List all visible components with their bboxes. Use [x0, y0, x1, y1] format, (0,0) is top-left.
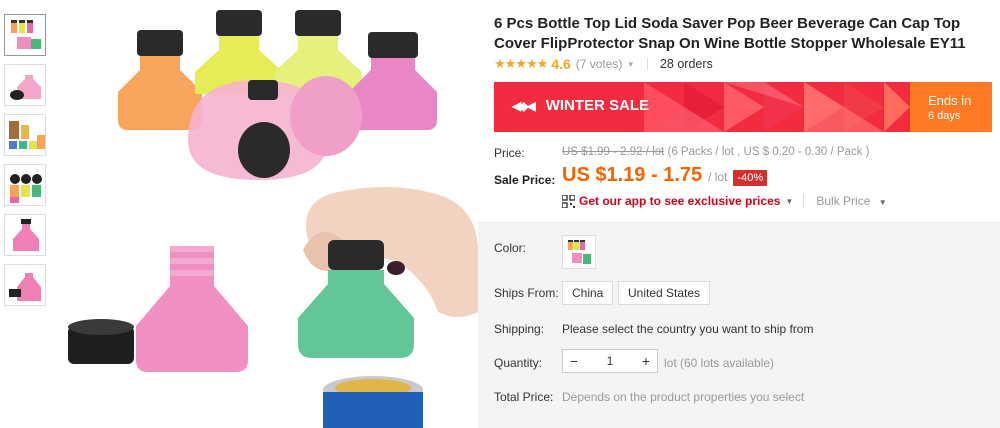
- bulk-price-link[interactable]: Bulk Price ▼: [803, 194, 887, 208]
- quantity-label: Quantity:: [494, 356, 543, 370]
- star-rating-icon: ★★★★★: [494, 56, 548, 71]
- color-label: Color:: [494, 241, 527, 255]
- thumbnail-5[interactable]: [4, 214, 46, 256]
- rating-row: ★★★★★ 4.6 (7 votes) ▾ 28 orders: [494, 56, 713, 72]
- votes-link[interactable]: (7 votes): [576, 57, 623, 71]
- sale-logo-icon: ◀◆◀: [512, 98, 536, 113]
- orders-count: 28 orders: [659, 57, 713, 71]
- quantity-available: lot (60 lots available): [664, 356, 775, 370]
- sale-countdown: Ends in 6 days: [910, 82, 992, 132]
- shipping-message: Please select the country you want to sh…: [562, 322, 814, 336]
- color-swatch[interactable]: [562, 235, 596, 269]
- sale-label: WINTER SALE: [545, 97, 650, 114]
- quantity-increase-button[interactable]: +: [635, 353, 657, 369]
- dropdown-icon[interactable]: ▼: [785, 197, 793, 206]
- sale-price-unit: / lot: [708, 170, 728, 184]
- shipping-label: Shipping:: [494, 322, 545, 336]
- product-info: 6 Pcs Bottle Top Lid Soda Saver Pop Beer…: [478, 0, 1000, 428]
- thumbnail-3[interactable]: [4, 114, 46, 156]
- soda-can-image: [323, 376, 423, 428]
- total-price-text: Depends on the product properties you se…: [562, 390, 805, 404]
- quantity-decrease-button[interactable]: −: [563, 353, 585, 369]
- sale-title: ◀◆◀ WINTER SALE: [512, 97, 649, 114]
- sale-price: US $1.19 - 1.75 / lot -40%: [562, 164, 768, 187]
- ships-from-label: Ships From:: [494, 286, 559, 300]
- thumbnail-6[interactable]: [4, 264, 46, 306]
- quantity-stepper: − 1 +: [562, 349, 658, 373]
- original-price-note: (6 Packs / lot , US $ 0.20 - 0.30 / Pack…: [667, 146, 870, 158]
- thumbnail-1[interactable]: [4, 14, 46, 56]
- quantity-input[interactable]: 1: [585, 354, 635, 368]
- winter-sale-banner: ◀◆◀ WINTER SALE Ends in 6 days: [494, 82, 992, 132]
- original-price-value: US $1.99 - 2.92 / lot: [562, 146, 665, 158]
- discount-badge: -40%: [733, 170, 768, 186]
- rating-value: 4.6: [551, 56, 571, 72]
- price-label: Price:: [494, 146, 525, 160]
- total-price-label: Total Price:: [494, 390, 554, 404]
- app-price-row: Get our app to see exclusive prices ▼ Bu…: [562, 194, 887, 208]
- dropdown-icon: ▼: [878, 198, 887, 207]
- thumbnail-list: [4, 14, 48, 314]
- sale-price-amount: US $1.19 - 1.75: [562, 164, 703, 186]
- ships-from-united-states[interactable]: United States: [618, 281, 711, 305]
- divider: [646, 58, 648, 70]
- ships-from-china[interactable]: China: [562, 281, 614, 305]
- product-title: 6 Pcs Bottle Top Lid Soda Saver Pop Beer…: [494, 15, 966, 52]
- thumbnail-2[interactable]: [4, 64, 46, 106]
- product-properties: Color: Ships From: China United States S…: [478, 222, 1000, 428]
- black-cap-image: [68, 319, 134, 364]
- bulk-price-label: Bulk Price: [816, 194, 871, 208]
- product-main-image[interactable]: [58, 0, 478, 428]
- thumbnail-4[interactable]: [4, 164, 46, 206]
- qr-code-icon: [562, 194, 575, 208]
- sale-price-label: Sale Price:: [494, 173, 556, 187]
- ends-value: 6 days: [928, 110, 961, 122]
- ends-label: Ends in: [928, 93, 972, 108]
- app-exclusive-prices-link[interactable]: Get our app to see exclusive prices: [579, 194, 780, 208]
- original-price: US $1.99 - 2.92 / lot (6 Packs / lot , U…: [562, 146, 869, 158]
- chevron-down-icon[interactable]: ▾: [628, 59, 633, 70]
